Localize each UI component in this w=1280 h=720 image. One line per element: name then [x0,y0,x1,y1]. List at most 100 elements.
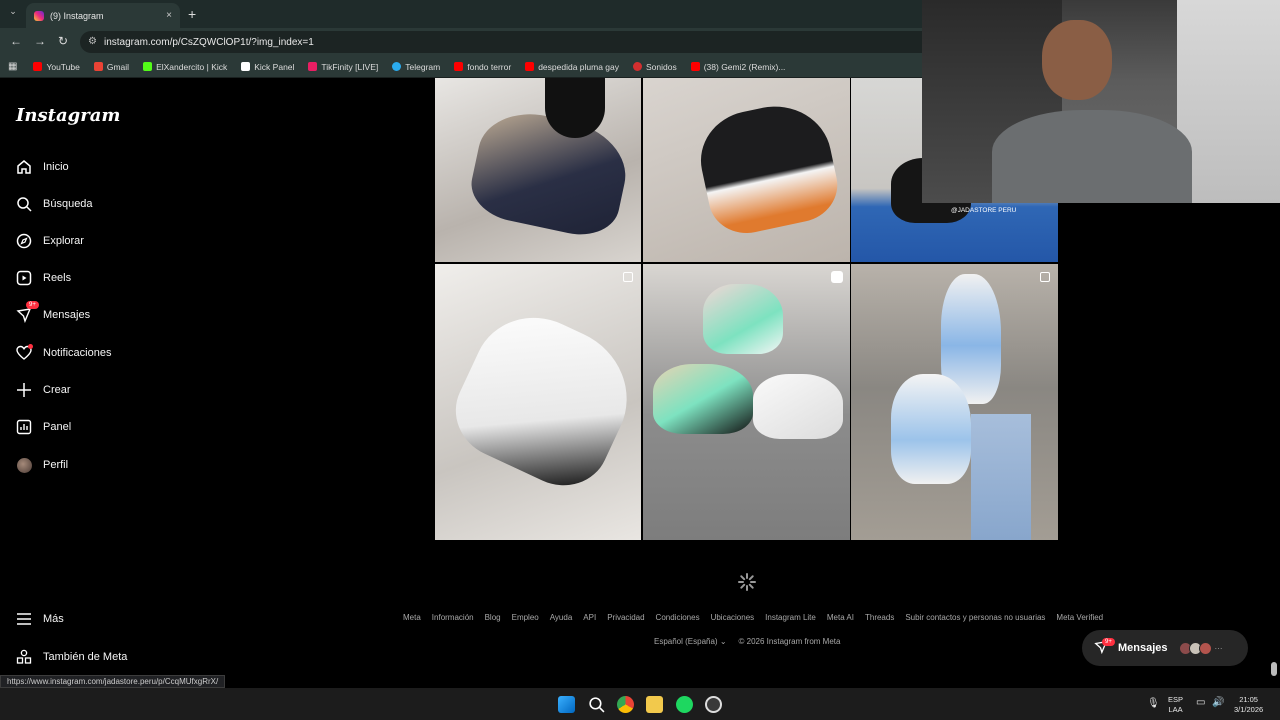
sidebar-item-panel[interactable]: Panel [16,419,71,435]
instagram-logo[interactable]: Instagram [16,105,120,126]
bookmark-gmail[interactable]: Gmail [93,62,129,72]
address-bar[interactable]: ⚙ instagram.com/p/CsZQWClOP1t/?img_index… [80,31,950,53]
person-face-image [1042,20,1112,100]
scrollbar[interactable] [1271,662,1277,676]
footer-link[interactable]: Condiciones [656,613,700,622]
bookmark-gemi2[interactable]: (38) Gemi2 (Remix)... [690,62,785,72]
language-selector[interactable]: Español (España) ⌄ [654,637,727,646]
footer-link[interactable]: Información [432,613,474,622]
sidebar-item-explorar[interactable]: Explorar [16,233,84,249]
webcam-overlay [922,0,1280,203]
browser-tab[interactable]: (9) Instagram × [26,3,180,28]
sneaker-image [753,374,843,439]
footer-link[interactable]: Meta Verified [1056,613,1103,622]
post-thumbnail[interactable] [851,264,1058,540]
clock[interactable]: 21:05 3/1/2026 [1234,695,1263,715]
instagram-sidebar: Instagram Inicio Búsqueda Explorar Reels… [0,78,245,688]
bookmark-tikfinity[interactable]: TikFinity [LIVE] [308,62,378,72]
carousel-icon [1040,272,1050,282]
bookmark-despedida[interactable]: despedida pluma gay [525,62,619,72]
input-language[interactable]: ESP LAA [1168,695,1183,715]
back-icon[interactable]: ← [10,34,22,48]
sidebar-item-meta[interactable]: También de Meta [16,649,127,665]
sneaker-image [440,297,641,501]
footer-link[interactable]: Blog [485,613,501,622]
bookmark-youtube[interactable]: YouTube [33,62,80,72]
forward-icon[interactable]: → [34,34,46,48]
sidebar-item-perfil[interactable]: Perfil [16,457,68,473]
messages-badge: 9+ [1102,638,1115,646]
reels-icon [16,270,32,286]
chart-icon [16,419,32,435]
obs-icon[interactable] [705,696,722,713]
reload-icon[interactable]: ↻ [58,34,68,48]
microphone-icon[interactable]: 🎙 [1147,699,1160,709]
footer-link[interactable]: Meta AI [827,613,854,622]
chevron-down-icon: ⌄ [719,637,727,646]
youtube-icon [33,62,43,71]
start-icon[interactable] [558,696,575,713]
sidebar-item-reels[interactable]: Reels [16,270,71,286]
meta-apps-icon [16,649,32,665]
sidebar-item-crear[interactable]: Crear [16,382,71,398]
gmail-icon [93,62,103,71]
jeans-image [971,414,1031,540]
footer-link[interactable]: Subir contactos y personas no usuarias [905,613,1045,622]
bookmark-sonidos[interactable]: Sonidos [633,62,677,72]
file-explorer-icon[interactable] [646,696,663,713]
sidebar-item-busqueda[interactable]: Búsqueda [16,196,93,212]
chrome-icon[interactable] [617,696,634,713]
bookmark-telegram[interactable]: Telegram [392,62,440,72]
bookmark-kick[interactable]: ElXandercito | Kick [143,62,227,72]
post-thumbnail[interactable] [643,264,850,540]
sidebar-item-inicio[interactable]: Inicio [16,159,69,175]
instagram-favicon-icon [34,10,44,21]
messages-badge: 9+ [26,301,39,309]
sneaker-image [691,95,845,241]
close-tab-icon[interactable]: × [166,10,172,21]
footer-link[interactable]: Meta [403,613,421,622]
footer-link[interactable]: Ayuda [550,613,573,622]
search-icon[interactable] [588,696,605,713]
messages-label: Mensajes [1118,642,1168,654]
footer-link[interactable]: Ubicaciones [711,613,755,622]
youtube-icon [525,62,535,71]
post-thumbnail[interactable] [643,78,850,262]
footer-link[interactable]: API [583,613,596,622]
network-icon[interactable]: ▭ [1196,698,1205,708]
footer-link[interactable]: Instagram Lite [765,613,816,622]
sidebar-item-notificaciones[interactable]: Notificaciones [16,344,111,361]
sidebar-item-mas[interactable]: Más [16,611,64,627]
post-thumbnail[interactable] [435,78,641,262]
carousel-icon [623,272,633,282]
footer-bottom: Español (España) ⌄ © 2026 Instagram from… [654,637,840,646]
sneaker-image [653,364,753,434]
footer-link[interactable]: Empleo [512,613,539,622]
footer-link[interactable]: Privacidad [607,613,644,622]
menu-icon [16,611,32,627]
copyright-text: © 2026 Instagram from Meta [738,637,841,646]
apps-icon[interactable]: ▦ [8,61,17,72]
avatar [1198,641,1212,655]
reel-icon [831,271,843,283]
bookmark-fondo-terror[interactable]: fondo terror [454,62,511,72]
sidebar-item-mensajes[interactable]: 9+ Mensajes [16,301,90,323]
bookmark-kick-panel[interactable]: Kick Panel [241,62,294,72]
site-info-icon[interactable]: ⚙ [88,36,97,47]
avatar-icon [16,457,32,473]
loading-spinner-icon [738,573,756,591]
watermark-text: @JADASTORE PERU [951,207,1017,214]
messages-floating-button[interactable]: 9+ Mensajes ··· [1082,630,1248,666]
tab-list-button[interactable]: ⌄ [6,6,20,20]
status-url: https://www.instagram.com/jadastore.peru… [0,675,226,688]
post-thumbnail[interactable] [435,264,641,540]
new-tab-button[interactable]: + [188,6,196,22]
footer-links: Meta Información Blog Empleo Ayuda API P… [403,613,1103,622]
footer-link[interactable]: Threads [865,613,894,622]
compass-icon [16,233,32,249]
wall-image [1177,0,1280,203]
spotify-icon[interactable] [676,696,693,713]
volume-icon[interactable]: 🔊 [1212,698,1224,708]
plus-icon [16,382,32,398]
person-shirt-image [992,110,1192,203]
